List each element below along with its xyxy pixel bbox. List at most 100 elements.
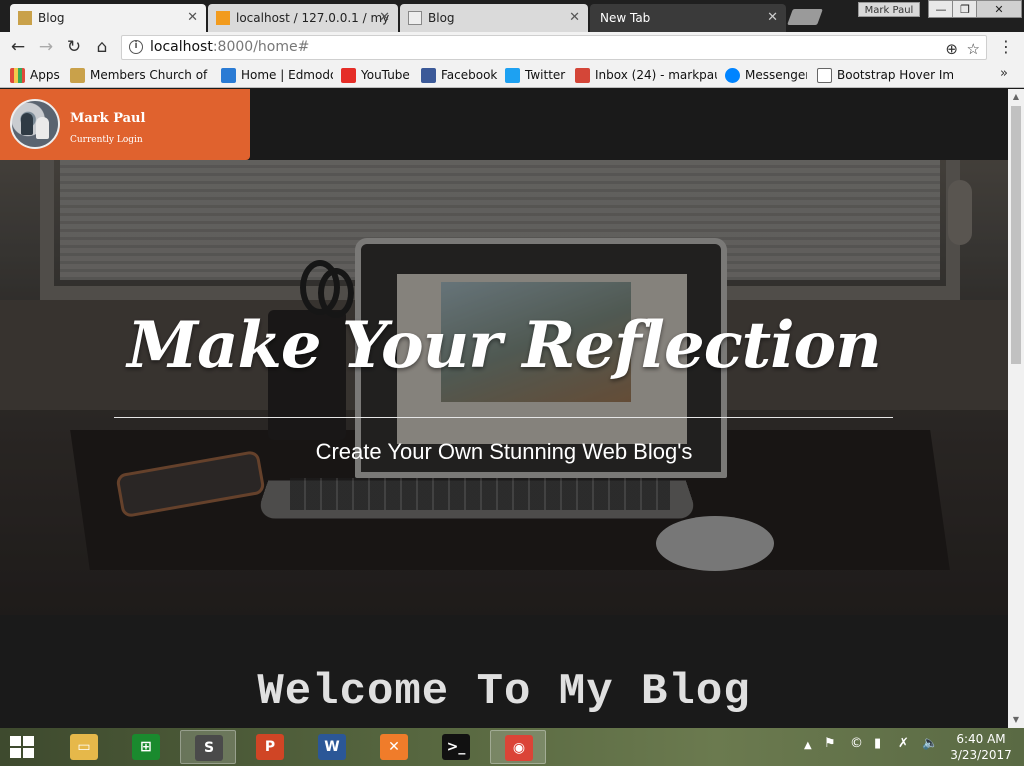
word-icon: W bbox=[318, 734, 346, 760]
bookmarks-bar: Apps Members Church of G Home | Edmodo Y… bbox=[0, 62, 1024, 88]
zoom-icon[interactable]: ⊕ bbox=[945, 38, 958, 61]
bookmark-star-icon[interactable]: ☆ bbox=[967, 38, 980, 61]
taskbar-xampp-button[interactable]: ✕ bbox=[366, 730, 422, 764]
tab-label: New Tab bbox=[600, 11, 651, 25]
bookmark-label: Messenger bbox=[745, 68, 807, 82]
bookmark-bootstrap-hover[interactable]: Bootstrap Hover Imag bbox=[817, 66, 953, 84]
clock-date: 3/23/2017 bbox=[950, 748, 1012, 762]
bookmark-label: Bootstrap Hover Imag bbox=[837, 68, 953, 82]
hero-overlay bbox=[0, 160, 1008, 615]
bookmark-label: Twitter bbox=[525, 68, 566, 82]
xampp-icon: ✕ bbox=[380, 734, 408, 760]
action-center-flag-icon[interactable]: ⚑ bbox=[824, 736, 836, 751]
tab-new-tab[interactable]: New Tab ✕ bbox=[590, 4, 786, 32]
facebook-icon bbox=[421, 68, 436, 83]
church-icon bbox=[70, 68, 85, 83]
page-icon bbox=[817, 68, 832, 83]
phpmyadmin-favicon-icon bbox=[216, 11, 230, 25]
browser-toolbar: ← → ↻ ⌂ i localhost:8000/home# ⊕ ☆ ⋮ bbox=[0, 32, 1024, 62]
file-explorer-icon: ▭ bbox=[70, 734, 98, 760]
hero-divider bbox=[114, 417, 893, 418]
bookmark-edmodo[interactable]: Home | Edmodo bbox=[221, 66, 333, 84]
url-host: localhost bbox=[150, 39, 213, 55]
close-window-button[interactable]: ✕ bbox=[976, 0, 1022, 18]
page-favicon-icon bbox=[408, 11, 422, 25]
bookmark-label: YouTube bbox=[361, 68, 410, 82]
profile-button[interactable]: Mark Paul bbox=[858, 2, 920, 17]
twitter-icon bbox=[505, 68, 520, 83]
command-prompt-icon: >_ bbox=[442, 734, 470, 760]
taskbar-word-button[interactable]: W bbox=[304, 730, 360, 764]
bookmark-facebook[interactable]: Facebook bbox=[421, 66, 499, 84]
forward-arrow-icon[interactable]: → bbox=[36, 37, 56, 57]
user-card[interactable]: Mark Paul Currently Login bbox=[0, 89, 250, 160]
volume-icon[interactable]: 🔈 bbox=[922, 736, 938, 751]
bookmark-label: Apps bbox=[30, 68, 60, 82]
page-scrollbar[interactable]: ▲ ▼ bbox=[1008, 89, 1024, 728]
taskbar-sublime-text-button[interactable]: S bbox=[180, 730, 236, 764]
system-clock[interactable]: 6:40 AM 3/23/2017 bbox=[948, 731, 1014, 763]
tab-close-icon[interactable]: ✕ bbox=[379, 4, 390, 32]
bookmark-label: Inbox (24) - markpaul bbox=[595, 68, 717, 82]
tab-close-icon[interactable]: ✕ bbox=[767, 4, 778, 32]
scroll-up-icon[interactable]: ▲ bbox=[1008, 89, 1024, 105]
url-path: :8000/home# bbox=[212, 39, 310, 55]
hero-banner: Make Your Reflection Create Your Own Stu… bbox=[0, 160, 1008, 615]
bookmark-messenger[interactable]: Messenger bbox=[725, 66, 807, 84]
taskbar-chrome-button[interactable]: ◉ bbox=[490, 730, 546, 764]
powerpoint-icon: P bbox=[256, 734, 284, 760]
tab-strip: Blog ✕ localhost / 127.0.0.1 / my ✕ Blog… bbox=[0, 0, 1024, 32]
gmail-icon bbox=[575, 68, 590, 83]
home-icon[interactable]: ⌂ bbox=[92, 37, 112, 57]
taskbar-command-prompt-button[interactable]: >_ bbox=[428, 730, 484, 764]
reload-icon[interactable]: ↻ bbox=[64, 37, 84, 57]
clock-time: 6:40 AM bbox=[956, 732, 1006, 746]
windows-taskbar: ▭ ⊞ S P W ✕ >_ ◉ ▲ ⚑ © ▮ ✗ 🔈 6:40 AM 3/23/2017 bbox=[0, 728, 1024, 766]
welcome-heading: Welcome To My Blog bbox=[257, 667, 751, 717]
battery-icon[interactable]: ▮ bbox=[874, 736, 881, 751]
tray-app-icon[interactable]: © bbox=[850, 736, 863, 751]
bookmark-youtube[interactable]: YouTube bbox=[341, 66, 413, 84]
bookmark-label: Facebook bbox=[441, 68, 498, 82]
bookmark-twitter[interactable]: Twitter bbox=[505, 66, 567, 84]
tab-blog-2[interactable]: Blog ✕ bbox=[400, 4, 588, 32]
hero-title: Make Your Reflection bbox=[127, 308, 882, 383]
site-header: Mark Paul Currently Login bbox=[0, 89, 1008, 160]
bookmark-members-church[interactable]: Members Church of G bbox=[70, 66, 210, 84]
blog-favicon-icon bbox=[18, 11, 32, 25]
restore-button[interactable]: ❐ bbox=[952, 0, 978, 18]
tray-expand-icon[interactable]: ▲ bbox=[804, 740, 812, 751]
chrome-icon: ◉ bbox=[505, 735, 533, 761]
minimize-button[interactable]: — bbox=[928, 0, 954, 18]
tab-close-icon[interactable]: ✕ bbox=[569, 4, 580, 32]
taskbar-powerpoint-button[interactable]: P bbox=[242, 730, 298, 764]
bookmark-apps[interactable]: Apps bbox=[10, 66, 62, 84]
tab-phpmyadmin[interactable]: localhost / 127.0.0.1 / my ✕ bbox=[208, 4, 398, 32]
page-viewport: Mark Paul Currently Login Make Your Refl… bbox=[0, 89, 1008, 728]
address-bar[interactable]: i localhost:8000/home# ⊕ ☆ bbox=[121, 35, 987, 60]
user-name: Mark Paul bbox=[70, 111, 146, 126]
more-bookmarks-chevron-icon[interactable]: » bbox=[1000, 66, 1008, 81]
sublime-text-icon: S bbox=[195, 735, 223, 761]
tab-close-icon[interactable]: ✕ bbox=[187, 4, 198, 32]
bookmark-inbox[interactable]: Inbox (24) - markpaul bbox=[575, 66, 717, 84]
tab-blog-active[interactable]: Blog ✕ bbox=[10, 4, 206, 32]
back-arrow-icon[interactable]: ← bbox=[8, 37, 28, 57]
taskbar-file-explorer-button[interactable]: ▭ bbox=[56, 730, 112, 764]
start-button[interactable] bbox=[10, 736, 36, 758]
network-icon[interactable]: ✗ bbox=[898, 736, 909, 751]
tab-label: localhost / 127.0.0.1 / my bbox=[236, 11, 390, 25]
scroll-thumb[interactable] bbox=[1011, 106, 1021, 364]
apps-grid-icon bbox=[10, 68, 25, 83]
tab-label: Blog bbox=[428, 11, 455, 25]
info-icon[interactable]: i bbox=[129, 40, 143, 54]
messenger-icon bbox=[725, 68, 740, 83]
scroll-down-icon[interactable]: ▼ bbox=[1008, 712, 1024, 728]
tab-label: Blog bbox=[38, 11, 65, 25]
youtube-icon bbox=[341, 68, 356, 83]
taskbar-store-button[interactable]: ⊞ bbox=[118, 730, 174, 764]
hero-subtitle: Create Your Own Stunning Web Blog's bbox=[315, 439, 693, 464]
store-icon: ⊞ bbox=[132, 734, 160, 760]
new-tab-button[interactable] bbox=[787, 9, 823, 25]
chrome-menu-icon[interactable]: ⋮ bbox=[998, 38, 1014, 56]
